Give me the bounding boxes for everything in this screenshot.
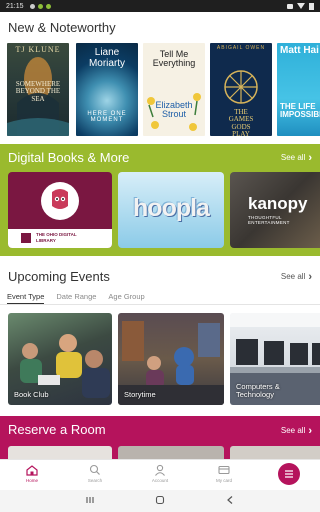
chevron-right-icon: › bbox=[308, 424, 312, 437]
recent-apps-icon[interactable] bbox=[85, 495, 95, 505]
nav-label: My card bbox=[215, 478, 232, 483]
section-title-reserve: Reserve a Room bbox=[8, 422, 106, 437]
home-button-icon[interactable] bbox=[155, 495, 165, 505]
section-title-digital: Digital Books & More bbox=[8, 150, 130, 165]
event-card-storytime[interactable]: Storytime bbox=[118, 313, 224, 405]
nav-search[interactable]: Search bbox=[75, 464, 115, 483]
tab-date-range[interactable]: Date Range bbox=[56, 292, 96, 304]
chevron-right-icon: › bbox=[308, 270, 312, 283]
digital-see-all-link[interactable]: See all › bbox=[280, 151, 312, 164]
see-all-label: See all bbox=[280, 153, 306, 162]
divider bbox=[0, 304, 320, 305]
notification-dot-icon bbox=[45, 3, 51, 9]
account-icon bbox=[155, 464, 165, 476]
book-author: TJ KLUNE bbox=[15, 45, 61, 54]
event-label: Book Club bbox=[14, 390, 49, 400]
bottom-navigation: Home Search Account My card bbox=[0, 459, 320, 490]
vibrate-icon bbox=[287, 3, 293, 9]
book-cover[interactable]: Liane Moriarty HERE ONE MOMENT bbox=[76, 43, 138, 136]
book-author: Matt Hai bbox=[280, 45, 319, 56]
digital-books-section: Digital Books & More See all › THE OHIO … bbox=[0, 144, 320, 256]
book-cover[interactable]: Matt Hai THE LIFE IMPOSSIBLE bbox=[277, 43, 320, 136]
book-title: THE GAMES GODS PLAY bbox=[228, 108, 254, 136]
app-screen: 21:15 New & Noteworthy TJ KLUNE SOMEWHER… bbox=[0, 0, 320, 512]
book-author: ABIGAIL OWEN bbox=[216, 45, 266, 51]
book-carousel[interactable]: TJ KLUNE SOMEWHERE BEYOND THE SEA Liane … bbox=[7, 43, 320, 136]
section-title-new-noteworthy: New & Noteworthy bbox=[8, 20, 116, 35]
book-cover[interactable]: TJ KLUNE SOMEWHERE BEYOND THE SEA bbox=[7, 43, 69, 136]
kanopy-card[interactable]: kanopy THOUGHTFUL ENTERTAINMENT bbox=[230, 172, 320, 248]
room-card[interactable] bbox=[118, 446, 224, 459]
tab-event-type[interactable]: Event Type bbox=[7, 292, 45, 304]
book-cover[interactable]: ABIGAIL OWEN THE GAMES GODS PLAY bbox=[210, 43, 272, 136]
search-icon bbox=[89, 464, 100, 475]
room-card[interactable] bbox=[230, 446, 320, 459]
back-icon[interactable] bbox=[225, 495, 235, 505]
hoopla-logo: hoopla bbox=[133, 194, 210, 222]
notification-icons bbox=[29, 3, 51, 9]
hoopla-card[interactable]: hoopla bbox=[118, 172, 224, 248]
book-author: Elizabeth Strout bbox=[155, 100, 193, 120]
reserve-see-all-link[interactable]: See all › bbox=[280, 424, 312, 437]
wifi-icon bbox=[297, 3, 305, 9]
ohio-digital-library-label: THE OHIO DIGITAL LIBRARY bbox=[36, 232, 77, 243]
menu-icon bbox=[285, 470, 293, 478]
see-all-label: See all bbox=[280, 426, 306, 435]
book-author: Liane Moriarty bbox=[88, 47, 126, 69]
event-card-book-club[interactable]: Book Club bbox=[8, 313, 112, 405]
event-card-computers-technology[interactable]: Computers & Technology bbox=[230, 313, 320, 405]
book-title: THE LIFE IMPOSSIBLE bbox=[280, 102, 320, 120]
kanopy-logo: kanopy bbox=[248, 194, 308, 213]
event-filter-tabs: Event Type Date Range Age Group bbox=[7, 292, 145, 304]
card-icon bbox=[218, 465, 230, 475]
event-label: Storytime bbox=[124, 390, 156, 400]
book-cover[interactable]: Tell Me Everything Elizabeth Strout bbox=[143, 43, 205, 136]
nav-label: Search bbox=[87, 478, 103, 483]
reserve-room-section: Reserve a Room See all › bbox=[0, 416, 320, 459]
chevron-right-icon: › bbox=[308, 151, 312, 164]
room-card[interactable] bbox=[8, 446, 112, 459]
home-icon bbox=[26, 465, 38, 476]
notification-dot-icon bbox=[29, 3, 35, 9]
see-all-label: See all bbox=[280, 272, 306, 281]
book-title: Tell Me Everything bbox=[152, 49, 196, 69]
nav-label: Home bbox=[25, 478, 38, 483]
kanopy-tagline: THOUGHTFUL ENTERTAINMENT bbox=[248, 215, 290, 225]
notification-dot-icon bbox=[37, 3, 43, 9]
nav-account[interactable]: Account bbox=[140, 464, 180, 483]
system-navigation-bar bbox=[0, 490, 320, 512]
book-title: HERE ONE MOMENT bbox=[87, 111, 127, 124]
status-bar: 21:15 bbox=[0, 0, 320, 12]
section-title-events: Upcoming Events bbox=[8, 269, 110, 284]
nav-my-card[interactable]: My card bbox=[204, 464, 244, 483]
event-label: Computers & Technology bbox=[236, 381, 280, 400]
status-time: 21:15 bbox=[6, 2, 24, 10]
book-title: SOMEWHERE BEYOND THE SEA bbox=[15, 80, 61, 103]
nav-home[interactable]: Home bbox=[12, 464, 52, 483]
events-see-all-link[interactable]: See all › bbox=[280, 270, 312, 283]
ohio-digital-library-card[interactable]: THE OHIO DIGITAL LIBRARY bbox=[8, 172, 112, 248]
nav-label: Account bbox=[151, 478, 169, 483]
tab-age-group[interactable]: Age Group bbox=[108, 292, 144, 304]
menu-button[interactable] bbox=[278, 463, 300, 485]
battery-icon bbox=[309, 2, 314, 10]
